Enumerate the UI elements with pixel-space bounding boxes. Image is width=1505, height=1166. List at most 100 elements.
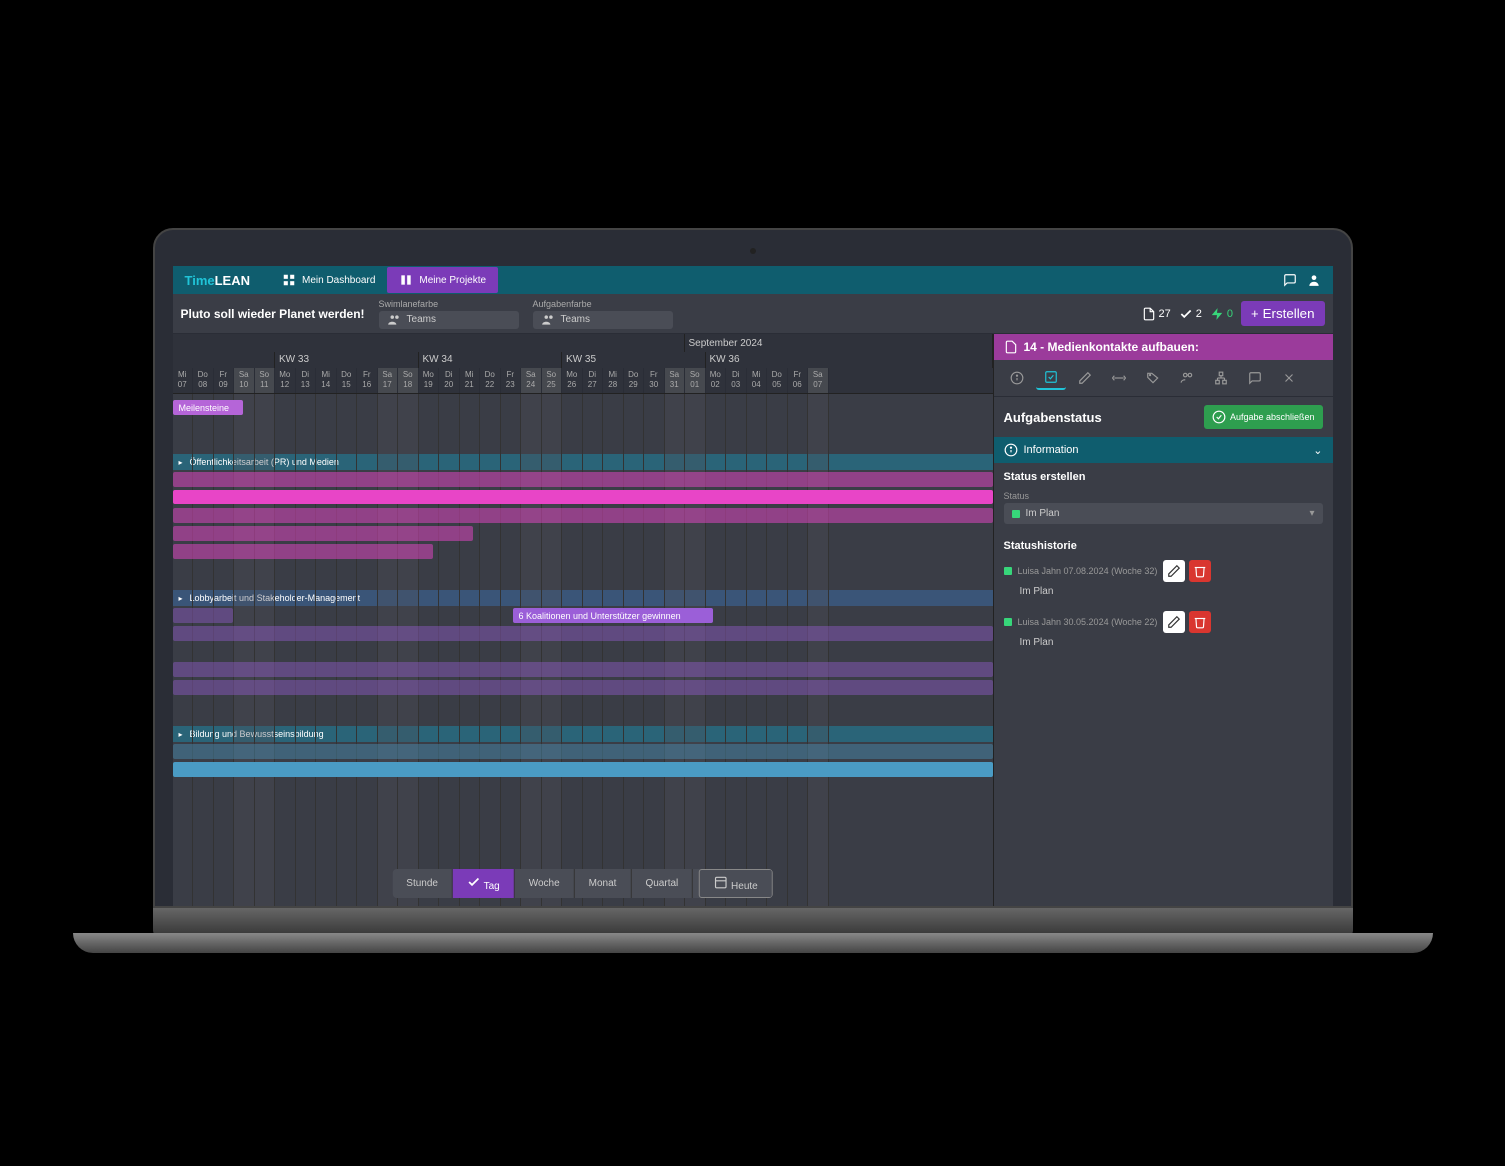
week-label: KW 36 bbox=[706, 352, 993, 368]
create-button[interactable]: +Erstellen bbox=[1241, 301, 1324, 326]
task-bar[interactable] bbox=[173, 680, 993, 695]
task-bar[interactable] bbox=[173, 544, 433, 559]
day-cell: Do05 bbox=[767, 368, 788, 393]
task-bar[interactable] bbox=[173, 508, 993, 523]
nav-dashboard[interactable]: Mein Dashboard bbox=[270, 267, 387, 293]
view-today[interactable]: Heute bbox=[699, 869, 772, 898]
task-bar[interactable] bbox=[173, 626, 993, 641]
day-cell: So01 bbox=[685, 368, 706, 393]
nav-projects[interactable]: Meine Projekte bbox=[387, 267, 498, 293]
tab-hierarchy[interactable] bbox=[1206, 366, 1236, 390]
taskcolor-select[interactable]: Teams bbox=[533, 311, 673, 329]
tab-status[interactable] bbox=[1036, 366, 1066, 390]
stat-checks[interactable]: 2 bbox=[1179, 307, 1202, 321]
day-cell: Sa31 bbox=[665, 368, 686, 393]
day-cell: Di20 bbox=[439, 368, 460, 393]
pencil-icon bbox=[1078, 371, 1092, 385]
info-icon bbox=[1004, 443, 1018, 457]
view-day[interactable]: Tag bbox=[453, 869, 515, 898]
task-coalition[interactable]: 6 Koalitionen und Unterstützer gewinnen bbox=[513, 608, 713, 623]
topbar: TimeLEAN Mein Dashboard Meine Projekte bbox=[173, 266, 1333, 294]
bolt-icon bbox=[1210, 307, 1224, 321]
chat-icon bbox=[1248, 371, 1262, 385]
task-bar[interactable] bbox=[173, 744, 993, 759]
day-cell: Di13 bbox=[296, 368, 317, 393]
tab-team[interactable] bbox=[1172, 366, 1202, 390]
trash-icon bbox=[1193, 615, 1207, 629]
nav-projects-label: Meine Projekte bbox=[419, 275, 486, 286]
view-quarter[interactable]: Quartal bbox=[631, 869, 693, 898]
task-bar[interactable] bbox=[173, 762, 993, 777]
swimlane-select[interactable]: Teams bbox=[379, 311, 519, 329]
day-cell: Sa17 bbox=[378, 368, 399, 393]
tab-chat[interactable] bbox=[1240, 366, 1270, 390]
view-month[interactable]: Monat bbox=[575, 869, 632, 898]
status-dot-icon bbox=[1012, 510, 1020, 518]
team-icon bbox=[541, 313, 555, 327]
gantt-chart[interactable]: September 2024 KW 33 KW 34 KW 35 KW 36 M… bbox=[173, 334, 993, 906]
status-title: Aufgabenstatus bbox=[1004, 410, 1102, 425]
task-bar[interactable] bbox=[173, 472, 993, 487]
history-status: Im Plan bbox=[1004, 637, 1323, 648]
task-bar[interactable] bbox=[173, 662, 993, 677]
tab-link[interactable] bbox=[1104, 366, 1134, 390]
file-icon bbox=[1004, 340, 1018, 354]
delete-button[interactable] bbox=[1189, 560, 1211, 582]
group-lobby[interactable]: Lobbyarbeit und Stakeholder-Management bbox=[173, 590, 993, 606]
complete-button[interactable]: Aufgabe abschließen bbox=[1204, 405, 1323, 429]
status-icon bbox=[1044, 370, 1058, 384]
group-pr[interactable]: Öffentlichkeitsarbeit (PR) und Medien bbox=[173, 454, 993, 470]
task-bar[interactable] bbox=[173, 526, 473, 541]
team-icon bbox=[387, 313, 401, 327]
check-circle-icon bbox=[1212, 410, 1226, 424]
status-select[interactable]: Im Plan bbox=[1004, 503, 1323, 524]
status-dot-icon bbox=[1004, 567, 1012, 575]
status-label: Status bbox=[1004, 491, 1323, 501]
app-window: TimeLEAN Mein Dashboard Meine Projekte P… bbox=[173, 266, 1333, 906]
info-icon bbox=[1010, 371, 1024, 385]
week-label: KW 33 bbox=[275, 352, 419, 368]
edit-button[interactable] bbox=[1163, 611, 1185, 633]
calendar-icon bbox=[714, 875, 728, 889]
day-cell: Mi07 bbox=[173, 368, 194, 393]
day-cell: Fr16 bbox=[357, 368, 378, 393]
task-bar[interactable] bbox=[173, 490, 993, 504]
view-hour[interactable]: Stunde bbox=[392, 869, 453, 898]
day-cell: So25 bbox=[542, 368, 563, 393]
history-item: Luisa Jahn 07.08.2024 (Woche 32) Im Plan bbox=[1004, 560, 1323, 597]
chat-icon[interactable] bbox=[1283, 273, 1297, 287]
day-cell: Fr09 bbox=[214, 368, 235, 393]
check-icon bbox=[467, 875, 481, 889]
day-cell: Do15 bbox=[337, 368, 358, 393]
user-icon[interactable] bbox=[1307, 273, 1321, 287]
edit-button[interactable] bbox=[1163, 560, 1185, 582]
week-label: KW 35 bbox=[562, 352, 706, 368]
day-cell: Do29 bbox=[624, 368, 645, 393]
view-week[interactable]: Woche bbox=[515, 869, 575, 898]
hierarchy-icon bbox=[1214, 371, 1228, 385]
projects-icon bbox=[399, 273, 413, 287]
check-icon bbox=[1179, 307, 1193, 321]
day-cell: So11 bbox=[255, 368, 276, 393]
tab-edit[interactable] bbox=[1070, 366, 1100, 390]
tab-tag[interactable] bbox=[1138, 366, 1168, 390]
chevron-down-icon: ⌄ bbox=[1313, 444, 1322, 457]
day-cell: Di03 bbox=[726, 368, 747, 393]
delete-button[interactable] bbox=[1189, 611, 1211, 633]
stat-files[interactable]: 27 bbox=[1142, 307, 1171, 321]
tab-close[interactable] bbox=[1274, 366, 1304, 390]
stat-bolt[interactable]: 0 bbox=[1210, 307, 1233, 321]
group-milestones[interactable]: Meilensteine bbox=[173, 400, 243, 415]
month-label: September 2024 bbox=[685, 334, 993, 352]
team-icon bbox=[1180, 371, 1194, 385]
tab-info[interactable] bbox=[1002, 366, 1032, 390]
info-accordion[interactable]: Information ⌄ bbox=[994, 437, 1333, 463]
day-cell: Fr06 bbox=[788, 368, 809, 393]
day-cell: Fr23 bbox=[501, 368, 522, 393]
group-education[interactable]: Bildung und Bewusstseinsbildung bbox=[173, 726, 993, 742]
task-bar[interactable] bbox=[173, 608, 233, 623]
history-author: Luisa Jahn 30.05.2024 (Woche 22) bbox=[1018, 617, 1158, 627]
history-status: Im Plan bbox=[1004, 586, 1323, 597]
day-cell: Sa07 bbox=[808, 368, 829, 393]
file-icon bbox=[1142, 307, 1156, 321]
